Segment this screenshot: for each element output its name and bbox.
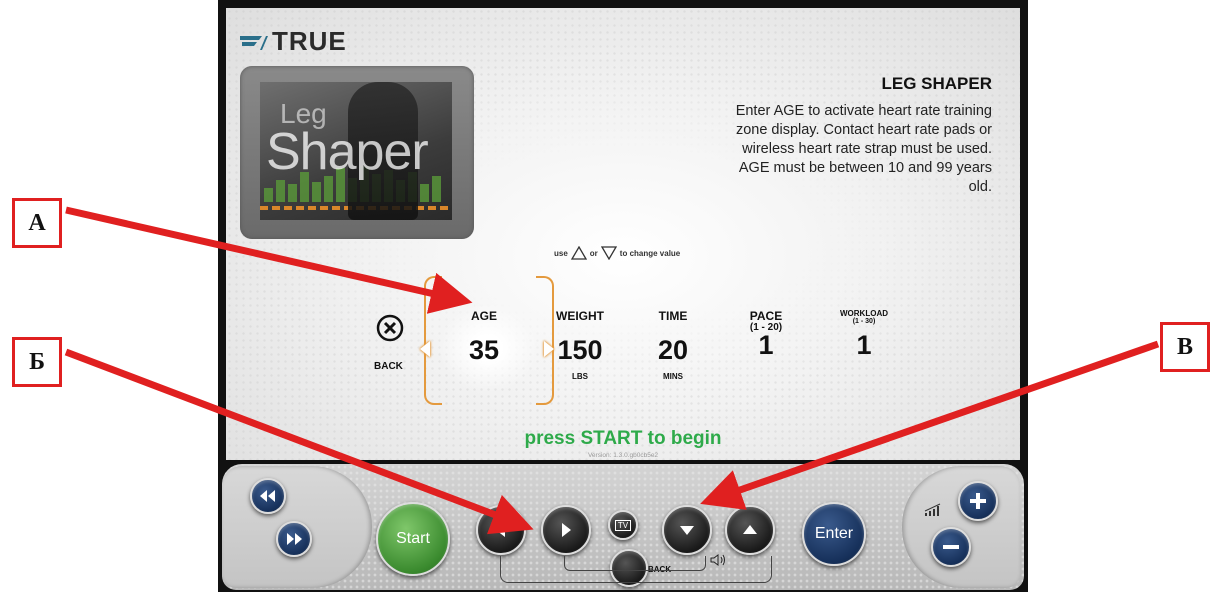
callout-arrows [64, 206, 1160, 535]
arrow-b [64, 348, 534, 535]
arrow-a [65, 206, 473, 314]
arrow-v [700, 340, 1160, 510]
